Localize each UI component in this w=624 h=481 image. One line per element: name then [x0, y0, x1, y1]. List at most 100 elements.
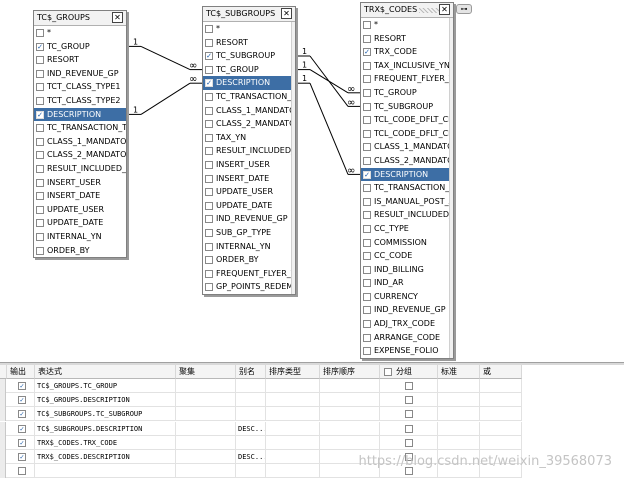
column-checkbox[interactable] [36, 192, 44, 201]
column-checkbox[interactable] [363, 252, 371, 261]
expression-cell[interactable] [35, 464, 176, 479]
aggregate-cell[interactable] [176, 407, 236, 422]
column-checkbox[interactable] [205, 147, 213, 156]
alias-cell[interactable]: DESC... [236, 450, 266, 464]
column-checkbox[interactable] [36, 29, 44, 37]
join-line[interactable] [309, 69, 349, 94]
sort-order-cell[interactable] [320, 421, 380, 436]
column-checkbox[interactable] [36, 137, 44, 146]
column-row[interactable]: INSERT_USER [203, 158, 295, 172]
column-checkbox[interactable] [363, 34, 371, 43]
col-header-aggregate[interactable]: 聚集 [176, 365, 236, 379]
join-line[interactable] [140, 45, 191, 71]
column-row[interactable]: UPDATE_USER [34, 203, 126, 217]
grid-row[interactable]: ✓ TC$_SUBGROUPS.TC_SUBGROUP [0, 407, 522, 422]
group-checkbox[interactable] [405, 396, 413, 405]
col-header-or[interactable]: 或 [480, 365, 522, 379]
or-cell[interactable] [480, 421, 522, 436]
column-checkbox[interactable] [363, 116, 371, 125]
col-header-output[interactable]: 输出 [7, 365, 35, 379]
column-checkbox[interactable] [363, 279, 371, 288]
column-checkbox[interactable] [205, 92, 213, 101]
column-row[interactable]: * [34, 26, 126, 40]
close-icon[interactable]: ✕ [281, 8, 292, 19]
output-checkbox[interactable] [18, 467, 26, 476]
output-cell[interactable]: ✓ [7, 393, 35, 408]
table-trx-codes[interactable]: TRX$_CODES ✕ * RESORT ✓ TRX_CODE TAX_INCLUSI… [360, 2, 454, 359]
column-row[interactable]: COMMISSION [361, 236, 453, 250]
column-row[interactable]: TCT_CLASS_TYPE1 [34, 80, 126, 94]
column-row[interactable]: ORDER_BY [34, 244, 126, 258]
column-row[interactable]: IND_REVENUE_GP [361, 303, 453, 317]
column-checkbox[interactable] [36, 205, 44, 214]
column-checkbox[interactable] [363, 21, 371, 29]
aggregate-cell[interactable] [176, 393, 236, 408]
column-row[interactable]: FREQUENT_FLYER_Y [203, 267, 295, 281]
column-row[interactable]: CLASS_2_MANDATOR [203, 117, 295, 131]
scrollbar[interactable] [291, 22, 295, 294]
column-row[interactable]: ADJ_TRX_CODE [361, 317, 453, 331]
column-checkbox[interactable] [363, 265, 371, 274]
criteria-cell[interactable] [438, 435, 480, 450]
column-row[interactable]: FREQUENT_FLYER_Y [361, 72, 453, 86]
column-checkbox[interactable] [205, 242, 213, 251]
column-checkbox[interactable] [363, 211, 371, 220]
column-row[interactable]: CC_CODE [361, 249, 453, 263]
output-checkbox[interactable]: ✓ [18, 396, 26, 405]
column-row[interactable]: CLASS_1_MANDATOR [34, 135, 126, 149]
criteria-cell[interactable] [438, 393, 480, 408]
column-row[interactable]: TAX_YN [203, 131, 295, 145]
column-row[interactable]: ✓ DESCRIPTION [361, 167, 453, 182]
column-row[interactable]: EXPENSE_FOLIO [361, 344, 453, 358]
criteria-cell[interactable] [438, 407, 480, 422]
column-row[interactable]: INSERT_DATE [203, 172, 295, 186]
group-cell[interactable] [380, 379, 438, 393]
sort-order-cell[interactable] [320, 379, 380, 393]
column-checkbox[interactable] [363, 292, 371, 301]
column-row[interactable]: TAX_INCLUSIVE_YN [361, 59, 453, 73]
column-row[interactable]: RESULT_INCLUDED_ [361, 208, 453, 222]
column-checkbox[interactable]: ✓ [205, 52, 213, 61]
column-row[interactable]: IND_BILLING [361, 263, 453, 277]
column-checkbox[interactable] [205, 38, 213, 47]
grid-row[interactable]: ✓ TC$_GROUPS.DESCRIPTION [0, 393, 522, 408]
column-checkbox[interactable] [36, 69, 44, 78]
column-checkbox[interactable] [205, 188, 213, 197]
output-cell[interactable]: ✓ [7, 379, 35, 393]
column-checkbox[interactable] [363, 156, 371, 165]
column-checkbox[interactable] [205, 25, 213, 33]
column-row[interactable]: TCL_CODE_DFLT_CL [361, 113, 453, 127]
column-checkbox[interactable] [363, 184, 371, 193]
table-header[interactable]: TC$_SUBGROUPS ✕ [203, 7, 295, 22]
grid-row[interactable]: ✓ TRX$_CODES.TRX_CODE [0, 435, 522, 450]
column-checkbox[interactable] [205, 133, 213, 142]
column-checkbox[interactable] [363, 333, 371, 342]
group-checkbox[interactable] [405, 410, 413, 419]
column-checkbox[interactable] [205, 269, 213, 278]
column-checkbox[interactable] [363, 88, 371, 97]
column-row[interactable]: INSERT_USER [34, 176, 126, 190]
column-row[interactable]: IND_AR [361, 276, 453, 290]
column-checkbox[interactable] [205, 174, 213, 183]
column-row[interactable]: ✓ TC_GROUP [34, 40, 126, 54]
sort-type-cell[interactable] [266, 421, 320, 436]
col-header-sort-type[interactable]: 排序类型 [266, 365, 320, 379]
expression-cell[interactable]: TC$_SUBGROUPS.DESCRIPTION [35, 421, 176, 436]
expression-cell[interactable]: TRX$_CODES.TRX_CODE [35, 435, 176, 450]
group-checkbox[interactable] [405, 382, 413, 390]
group-cell[interactable] [380, 393, 438, 408]
close-icon[interactable]: ✕ [439, 4, 450, 15]
group-header-checkbox[interactable] [384, 368, 392, 376]
aggregate-cell[interactable] [176, 450, 236, 464]
scrollbar[interactable] [449, 18, 453, 358]
sort-type-cell[interactable] [266, 379, 320, 393]
column-row[interactable]: INTERNAL_YN [203, 240, 295, 254]
col-header-expression[interactable]: 表达式 [35, 365, 176, 379]
sort-order-cell[interactable] [320, 407, 380, 422]
column-checkbox[interactable] [363, 320, 371, 329]
column-checkbox[interactable] [36, 151, 44, 160]
output-cell[interactable] [7, 464, 35, 479]
row-marker[interactable] [0, 393, 6, 408]
column-checkbox[interactable] [205, 160, 213, 169]
column-row[interactable]: UPDATE_USER [203, 185, 295, 199]
